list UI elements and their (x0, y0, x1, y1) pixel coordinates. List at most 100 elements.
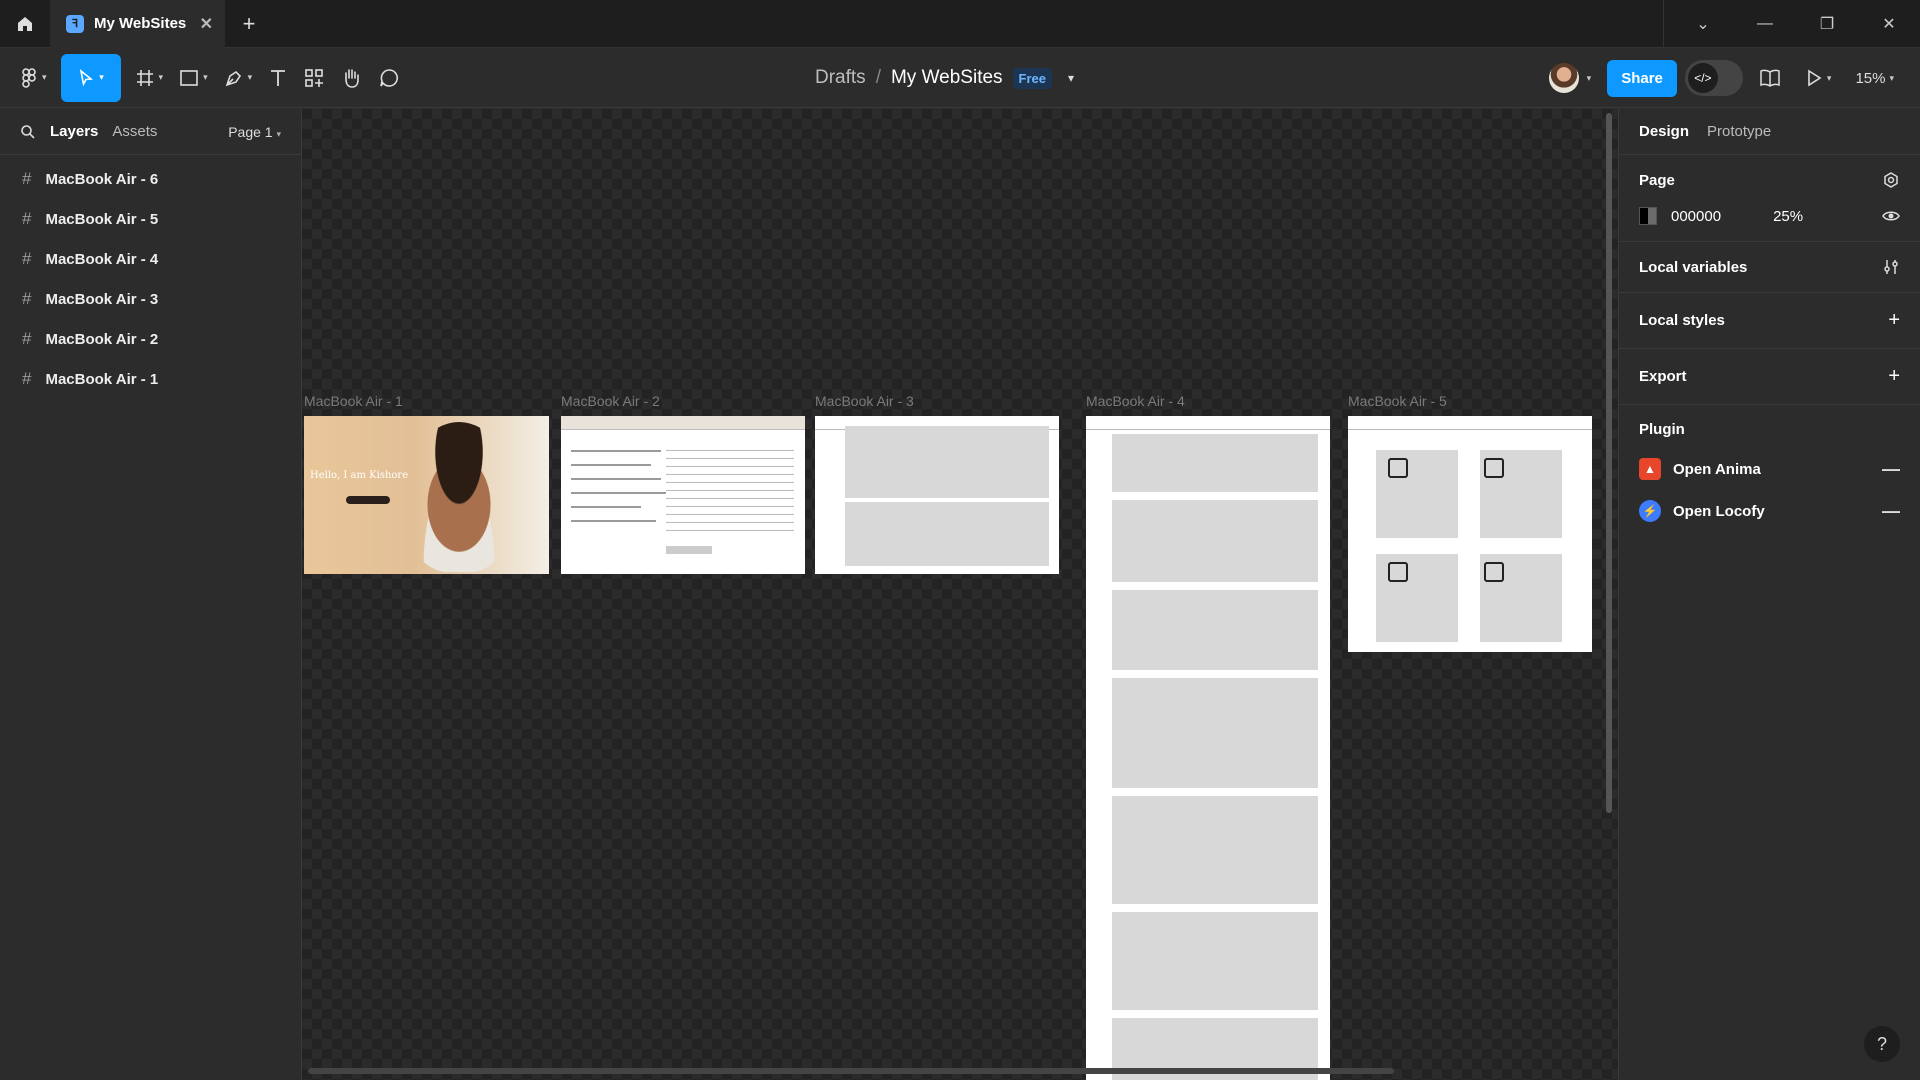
play-icon (1808, 69, 1822, 87)
local-variables-header[interactable]: Local variables (1639, 258, 1900, 276)
text-line (571, 478, 661, 480)
chevron-down-icon: ▾ (42, 72, 47, 82)
education-card (845, 502, 1049, 566)
frame-label[interactable]: MacBook Air - 5 (1348, 393, 1447, 409)
frame-macbook-air-3[interactable] (815, 416, 1059, 574)
layer-item[interactable]: # MacBook Air - 3 (0, 279, 301, 319)
tab-close-icon[interactable]: ✕ (200, 14, 213, 34)
frame-hash-icon: # (22, 369, 32, 388)
frame-macbook-air-2[interactable] (561, 416, 805, 574)
plus-icon[interactable]: + (1888, 365, 1900, 388)
file-tab[interactable]: ꟻ My WebSites ✕ (50, 0, 225, 48)
text-line (666, 514, 794, 515)
layer-item[interactable]: # MacBook Air - 4 (0, 239, 301, 279)
move-tool[interactable]: ▾ (60, 53, 121, 102)
divider (1663, 0, 1664, 48)
frame-macbook-air-4[interactable] (1086, 416, 1330, 1080)
help-button[interactable]: ? (1864, 1026, 1900, 1062)
close-window-button[interactable]: ✕ (1858, 0, 1920, 48)
plugin-item[interactable]: ▲ Open Anima — (1639, 458, 1900, 480)
frame-macbook-air-5[interactable] (1348, 416, 1592, 652)
color-swatch[interactable] (1639, 207, 1657, 225)
plugin-name: Open Anima (1673, 460, 1761, 478)
tab-layers[interactable]: Layers (50, 123, 98, 140)
frame-hash-icon: # (22, 169, 32, 188)
home-button[interactable] (0, 0, 50, 48)
tabs-dropdown-icon[interactable]: ⌄ (1672, 0, 1734, 48)
frame-tool[interactable]: ▾ (127, 54, 172, 102)
experience-card (1112, 912, 1318, 1010)
layer-label: MacBook Air - 6 (45, 170, 159, 188)
page-settings-icon[interactable] (1882, 171, 1900, 189)
frame-label[interactable]: MacBook Air - 1 (304, 393, 403, 409)
eye-icon[interactable] (1882, 209, 1900, 223)
minus-icon[interactable]: — (1882, 459, 1900, 480)
main-menu-button[interactable]: ▾ (12, 54, 55, 102)
design-canvas[interactable]: MacBook Air - 1 MacBook Air - 2 MacBook … (302, 109, 1618, 1080)
frame-macbook-air-1[interactable]: Hello, I am Kishore (304, 416, 549, 574)
dev-mode-toggle[interactable]: </> (1684, 60, 1743, 96)
text-line (666, 490, 794, 491)
plugin-item[interactable]: ⚡ Open Locofy — (1639, 500, 1900, 522)
search-icon[interactable] (20, 124, 36, 140)
variables-sliders-icon[interactable] (1882, 258, 1900, 276)
text-tool[interactable] (260, 54, 296, 102)
tab-assets[interactable]: Assets (112, 123, 157, 140)
text-line (666, 466, 794, 467)
chevron-down-icon[interactable]: ▾ (1068, 71, 1074, 85)
present-button[interactable]: ▾ (1797, 54, 1840, 102)
layer-item[interactable]: # MacBook Air - 6 (0, 159, 301, 199)
vertical-scrollbar[interactable] (1606, 113, 1612, 813)
minus-icon[interactable]: — (1882, 501, 1900, 522)
avatar[interactable] (1548, 63, 1579, 93)
layer-label: MacBook Air - 2 (45, 330, 159, 348)
layer-list: # MacBook Air - 6 # MacBook Air - 5 # MacBo… (0, 155, 301, 399)
plugin-section: Plugin ▲ Open Anima — ⚡ Open Locofy — (1619, 405, 1920, 538)
toolbar-right: ▾ Share </> ▾ 15% ▾ (1548, 48, 1920, 108)
frame-label[interactable]: MacBook Air - 4 (1086, 393, 1185, 409)
frame-hash-icon: # (22, 209, 32, 228)
share-button[interactable]: Share (1607, 59, 1677, 97)
experience-card (1112, 796, 1318, 904)
hero-button (346, 496, 390, 504)
hand-tool[interactable] (332, 54, 370, 102)
frame-hash-icon: # (22, 249, 32, 268)
chevron-down-icon: ▾ (203, 72, 208, 82)
experience-card (1112, 678, 1318, 788)
shape-tool[interactable]: ▾ (171, 54, 216, 102)
horizontal-scrollbar[interactable] (308, 1068, 1394, 1074)
nav-bar (1348, 416, 1592, 430)
minimize-button[interactable]: — (1734, 0, 1796, 48)
page-opacity[interactable]: 25% (1773, 208, 1803, 225)
chevron-down-icon[interactable]: ▾ (1587, 73, 1592, 84)
layer-item[interactable]: # MacBook Air - 2 (0, 319, 301, 359)
layer-item[interactable]: # MacBook Air - 5 (0, 199, 301, 239)
restore-button[interactable]: ❐ (1796, 0, 1858, 48)
local-styles-section: Local styles + (1619, 293, 1920, 349)
layer-label: MacBook Air - 4 (45, 250, 159, 268)
tab-prototype[interactable]: Prototype (1707, 123, 1771, 140)
plus-icon[interactable]: + (1888, 309, 1900, 332)
frame-label[interactable]: MacBook Air - 2 (561, 393, 660, 409)
breadcrumb-drafts[interactable]: Drafts (815, 67, 866, 89)
zoom-menu[interactable]: 15% ▾ (1847, 54, 1902, 102)
export-section: Export + (1619, 349, 1920, 405)
frame-hash-icon: # (22, 329, 32, 348)
layer-item[interactable]: # MacBook Air - 1 (0, 359, 301, 399)
comment-tool[interactable] (370, 54, 408, 102)
new-tab-button[interactable]: + (225, 0, 273, 48)
frame-label[interactable]: MacBook Air - 3 (815, 393, 914, 409)
library-button[interactable] (1751, 54, 1789, 102)
figma-logo-icon (22, 67, 36, 88)
page-selector[interactable]: Page 1 ▾ (228, 124, 281, 140)
text-line (666, 522, 794, 523)
pen-tool[interactable]: ▾ (216, 54, 261, 102)
right-panel-tabs: Design Prototype (1619, 109, 1920, 155)
chevron-down-icon: ▾ (1826, 72, 1832, 83)
file-name[interactable]: My WebSites (891, 67, 1003, 89)
tab-design[interactable]: Design (1639, 123, 1689, 140)
text-line (666, 482, 794, 483)
page-color-hex[interactable]: 000000 (1671, 208, 1721, 225)
layers-panel: Layers Assets Page 1 ▾ # MacBook Air - 6 … (0, 109, 302, 1080)
resources-tool[interactable] (296, 54, 332, 102)
